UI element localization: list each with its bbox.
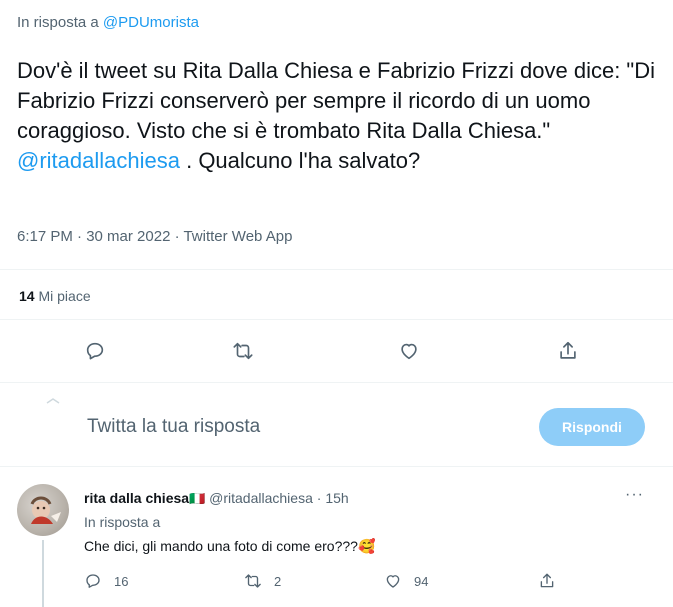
- likes-label: Mi piace: [38, 288, 91, 304]
- retweet-icon: [233, 342, 253, 360]
- reply-text: Che dici, gli mando una foto di come ero…: [84, 538, 376, 554]
- tweet-mention-link[interactable]: @ritadallachiesa: [17, 148, 180, 173]
- separator-dot: ·: [316, 490, 322, 506]
- reply-in-reply-to: In risposta a: [84, 514, 161, 530]
- reply-time[interactable]: 15h: [325, 490, 348, 506]
- tweet-text-part1: Dov'è il tweet su Rita Dalla Chiesa e Fa…: [17, 58, 656, 143]
- retweet-icon: [245, 574, 261, 588]
- reply-action-bar: 16 2 94: [0, 572, 673, 596]
- reply-header: rita dalla chiesa🇮🇹 @ritadallachiesa · 1…: [84, 490, 349, 507]
- tweet-text: Dov'è il tweet su Rita Dalla Chiesa e Fa…: [17, 56, 657, 176]
- like-count: 94: [414, 573, 429, 589]
- more-options-icon[interactable]: ···: [625, 486, 644, 504]
- reply-author-handle[interactable]: @ritadallachiesa: [209, 490, 313, 506]
- retweet-button[interactable]: [228, 336, 258, 366]
- reply-context-prefix: In risposta a: [17, 14, 99, 31]
- reply-retweet-button[interactable]: 2: [244, 572, 281, 590]
- divider: [0, 466, 673, 467]
- divider: [0, 269, 673, 270]
- like-button[interactable]: [394, 336, 424, 366]
- share-icon: [560, 341, 576, 359]
- reply-submit-button[interactable]: Rispondi: [539, 408, 645, 446]
- reply-tweet[interactable]: rita dalla chiesa🇮🇹 @ritadallachiesa · 1…: [0, 478, 673, 607]
- composer-caret-icon: [46, 398, 60, 404]
- divider: [0, 382, 673, 383]
- italy-flag-icon: 🇮🇹: [189, 491, 206, 506]
- like-icon: [386, 575, 400, 588]
- avatar-image: [30, 496, 61, 524]
- likes-count: 14: [19, 288, 35, 304]
- tweet-action-bar: [0, 336, 673, 366]
- likes-stat[interactable]: 14 Mi piace: [19, 288, 91, 304]
- reply-like-button[interactable]: 94: [384, 572, 428, 590]
- divider: [0, 319, 673, 320]
- reply-author-name[interactable]: rita dalla chiesa: [84, 490, 189, 506]
- share-icon: [540, 573, 554, 588]
- avatar[interactable]: [17, 484, 69, 536]
- reply-context-mention[interactable]: @PDUmorista: [103, 14, 199, 31]
- reply-composer-input[interactable]: Twitta la tua risposta: [87, 416, 260, 438]
- like-icon: [401, 343, 417, 360]
- reply-share-button[interactable]: [538, 572, 568, 590]
- reply-icon: [86, 574, 100, 588]
- reply-context: In risposta a @PDUmorista: [17, 14, 199, 31]
- retweet-count: 2: [274, 573, 282, 589]
- tweet-text-part2: . Qualcuno l'ha salvato?: [179, 148, 421, 173]
- tweet-meta[interactable]: 6:17 PM · 30 mar 2022 · Twitter Web App: [17, 228, 292, 245]
- reply-count: 16: [114, 573, 129, 589]
- share-button[interactable]: [553, 336, 583, 366]
- reply-reply-button[interactable]: 16: [84, 572, 128, 590]
- reply-button[interactable]: [80, 336, 110, 366]
- reply-icon: [86, 342, 104, 360]
